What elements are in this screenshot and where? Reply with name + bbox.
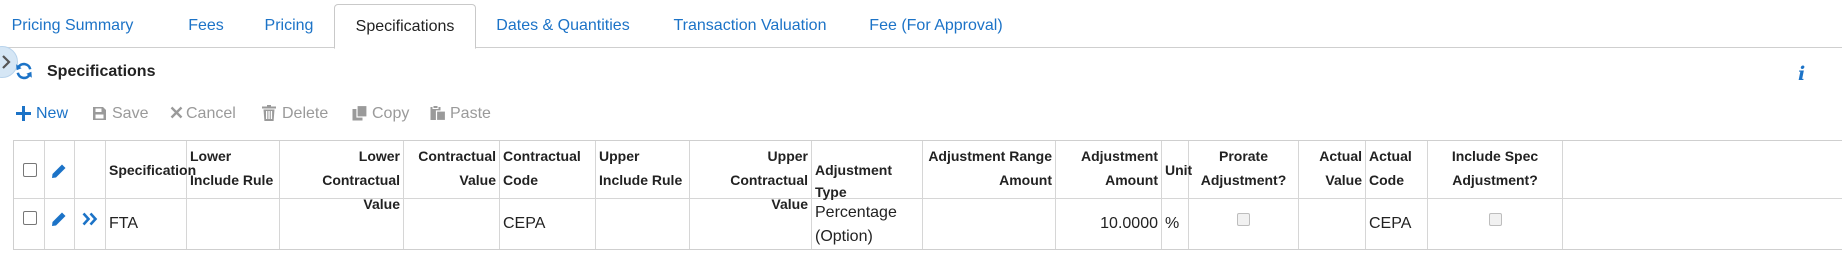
save-label: Save — [112, 105, 149, 122]
paste-icon — [430, 105, 446, 121]
table-row[interactable]: FTA CEPA Percentage (Option) 10.0000 % C… — [14, 199, 1842, 249]
header-edit-cell — [45, 141, 75, 198]
info-icon[interactable]: i — [1798, 63, 1805, 85]
pencil-icon[interactable] — [51, 163, 67, 179]
close-icon — [170, 106, 183, 119]
trash-icon — [262, 105, 276, 121]
row-select-cell — [14, 199, 45, 249]
col-header-upper-contractual-value[interactable]: Upper Contractual Value — [690, 141, 812, 212]
copy-label: Copy — [372, 105, 410, 122]
delete-label: Delete — [282, 105, 329, 122]
col-header-actual-value[interactable]: Actual Value — [1299, 141, 1366, 198]
cancel-button[interactable]: Cancel — [170, 102, 244, 126]
col-header-upper-include-rule[interactable]: Upper Include Rule — [596, 141, 690, 198]
cell-upper-include-rule — [596, 199, 690, 249]
cell-prorate-adjustment — [1189, 199, 1299, 249]
tab-transaction-valuation[interactable]: Transaction Valuation — [665, 4, 835, 49]
col-header-adjustment-type[interactable]: Adjustment Type — [812, 141, 923, 200]
paste-label: Paste — [450, 105, 491, 122]
cell-include-spec-adjustment — [1428, 199, 1563, 249]
col-header-actual-code[interactable]: Actual Code — [1366, 141, 1428, 198]
copy-button[interactable]: Copy — [352, 102, 416, 126]
chevron-right-icon — [2, 55, 11, 69]
row-expand-cell — [75, 199, 106, 249]
cell-actual-value — [1299, 199, 1366, 249]
copy-icon — [352, 105, 368, 121]
col-header-contractual-code[interactable]: Contractual Code — [500, 141, 596, 198]
tab-fee-for-approval[interactable]: Fee (For Approval) — [862, 4, 1010, 49]
select-all-checkbox[interactable] — [23, 163, 37, 177]
cell-adjustment-type: Percentage (Option) — [812, 199, 923, 249]
cell-lower-include-rule — [187, 199, 280, 249]
tab-pricing-summary[interactable]: Pricing Summary — [5, 4, 140, 49]
cancel-label: Cancel — [186, 105, 236, 122]
row-checkbox[interactable] — [23, 211, 37, 225]
cell-lower-contractual-value — [280, 199, 404, 249]
tab-specifications[interactable]: Specifications — [334, 4, 476, 49]
paste-button[interactable]: Paste — [430, 102, 496, 126]
cell-upper-contractual-value — [690, 199, 812, 249]
save-button[interactable]: Save — [92, 102, 154, 126]
cell-unit: % — [1162, 199, 1189, 249]
tab-dates-quantities[interactable]: Dates & Quantities — [488, 4, 638, 49]
col-header-unit[interactable]: Unit — [1162, 141, 1192, 198]
cell-specification: FTA — [106, 199, 187, 249]
row-edit-cell — [45, 199, 75, 249]
panel-title: Specifications — [47, 63, 156, 80]
tab-fees[interactable]: Fees — [172, 4, 240, 49]
col-header-specification[interactable]: Specification — [106, 141, 196, 198]
col-header-contractual-value[interactable]: Contractual Value — [404, 141, 500, 198]
plus-icon — [16, 106, 31, 121]
refresh-icon[interactable] — [15, 62, 33, 80]
delete-button[interactable]: Delete — [262, 102, 336, 126]
tab-pricing[interactable]: Pricing — [250, 4, 328, 49]
header-select-cell — [14, 141, 45, 198]
pencil-icon[interactable] — [51, 211, 67, 227]
col-header-adjustment-amount[interactable]: Adjustment Amount — [1056, 141, 1162, 198]
col-header-lower-include-rule[interactable]: Lower Include Rule — [187, 141, 280, 198]
col-header-prorate-adjustment[interactable]: Prorate Adjustment? — [1189, 141, 1299, 198]
col-header-adjustment-range-amount[interactable]: Adjustment Range Amount — [923, 141, 1056, 198]
grid-header-row: Specification Lower Include Rule Lower C… — [14, 141, 1842, 212]
cell-contractual-value — [404, 199, 500, 249]
cell-adjustment-amount: 10.0000 — [1056, 199, 1162, 249]
prorate-adjustment-checkbox[interactable] — [1237, 213, 1250, 226]
col-header-include-spec-adjustment[interactable]: Include Spec Adjustment? — [1428, 141, 1563, 198]
cell-actual-code: CEPA — [1366, 199, 1428, 249]
include-spec-adjustment-checkbox[interactable] — [1489, 213, 1502, 226]
col-header-lower-contractual-value[interactable]: Lower Contractual Value — [280, 141, 404, 212]
new-button[interactable]: New — [16, 102, 76, 126]
new-label: New — [36, 105, 69, 122]
tab-bar: Pricing Summary Fees Pricing Specificati… — [0, 0, 1842, 49]
specifications-grid: Specification Lower Include Rule Lower C… — [13, 140, 1842, 250]
double-chevron-right-icon[interactable] — [82, 212, 98, 226]
save-icon — [93, 107, 106, 120]
cell-adjustment-range-amount — [923, 199, 1056, 249]
header-expand-cell — [75, 141, 106, 198]
cell-contractual-code: CEPA — [500, 199, 596, 249]
